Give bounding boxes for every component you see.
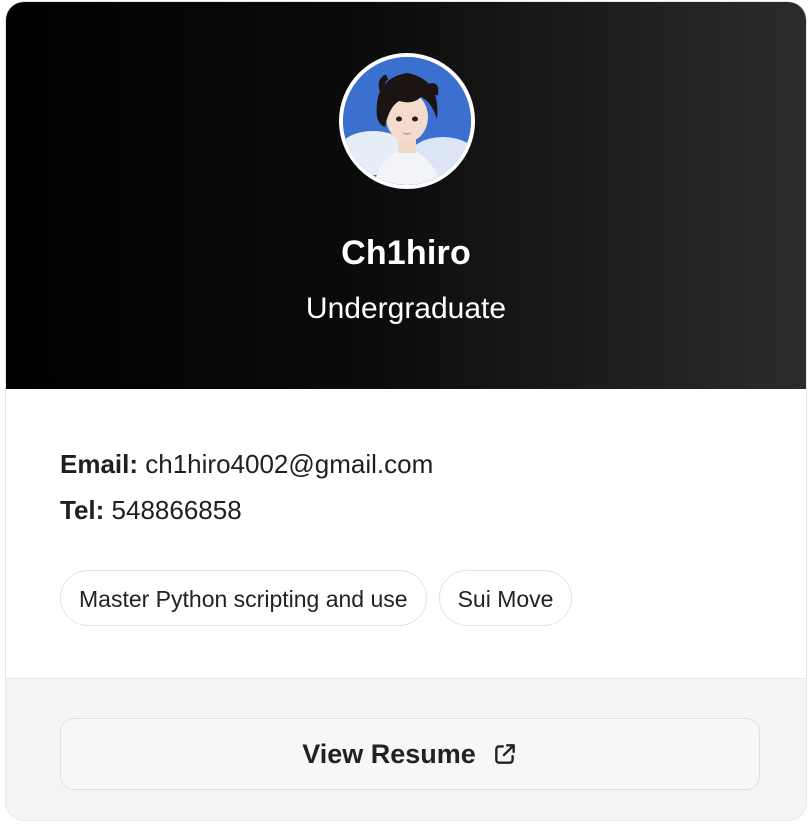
tel-value: 548866858: [111, 495, 242, 525]
tel-line: Tel: 548866858: [60, 495, 242, 526]
profile-card: Ch1hiro Undergraduate Email: ch1hiro4002…: [6, 2, 806, 820]
profile-name: Ch1hiro: [341, 234, 471, 272]
avatar: [339, 53, 475, 189]
email-line: Email: ch1hiro4002@gmail.com: [60, 449, 433, 480]
skill-tag: Sui Move: [438, 570, 573, 626]
view-resume-button[interactable]: View Resume: [60, 718, 760, 790]
email-value: ch1hiro4002@gmail.com: [145, 449, 434, 479]
profile-role: Undergraduate: [305, 292, 507, 325]
avatar-illustration: [343, 57, 471, 185]
tel-label: Tel:: [60, 495, 105, 525]
skill-tag: Master Python scripting and use: [60, 570, 427, 626]
view-resume-label: View Resume: [302, 738, 476, 769]
profile-details: Email: ch1hiro4002@gmail.com Tel: 548866…: [6, 389, 806, 678]
profile-header: Ch1hiro Undergraduate: [6, 2, 806, 389]
email-label: Email:: [60, 449, 139, 479]
skill-tags: Master Python scripting and use Sui Move: [60, 570, 573, 626]
external-link-icon: [494, 744, 515, 764]
card-footer: View Resume: [6, 678, 806, 820]
